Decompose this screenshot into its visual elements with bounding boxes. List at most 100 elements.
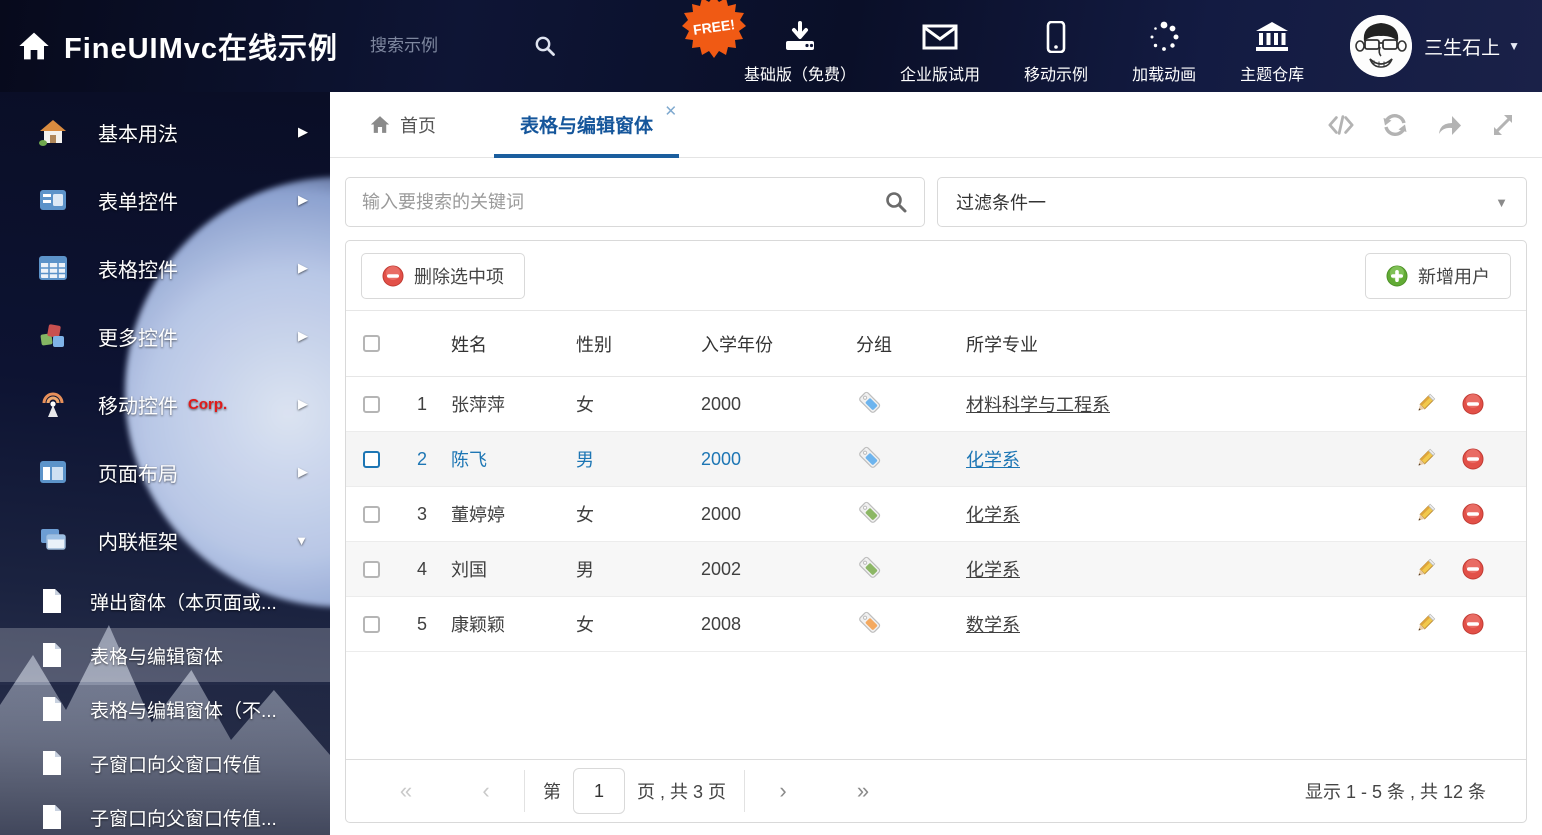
plus-circle-icon [1386,265,1408,286]
app-header: FineUIMvc在线示例 FREE! 基础版（免费） [0,0,1542,92]
bank-icon [1256,22,1289,51]
tag-icon [859,556,881,578]
row-checkbox[interactable] [362,615,380,633]
nav-basic-label: 基础版（免费） [744,67,857,84]
table-row[interactable]: 3 董婷婷 女 2000 化学系 [346,487,1526,542]
table-icon [39,256,67,280]
table-row-selected[interactable]: 2 陈飞 男 2000 化学系 [346,432,1526,487]
cell-gender: 女 [576,395,594,415]
table-row[interactable]: 1 张萍萍 女 2000 材料科学与工程系 [346,377,1526,432]
keyword-search-input[interactable] [362,191,884,213]
free-badge: FREE! [682,0,747,59]
user-menu[interactable]: 三生石上 ▼ [1350,15,1520,77]
search-icon[interactable] [534,35,556,57]
select-all-checkbox[interactable] [362,335,380,352]
tab-close-icon[interactable]: ✕ [664,102,677,120]
col-name: 姓名 [451,334,487,355]
edit-icon[interactable] [1414,558,1436,580]
sidebar-subitem-popup-window[interactable]: 弹出窗体（本页面或... [0,574,330,628]
delete-icon[interactable] [1462,503,1484,525]
cell-year: 2002 [701,558,742,579]
cell-name: 康颖颖 [451,615,505,635]
tab-grid-edit-window[interactable]: 表格与编辑窗体 ✕ [494,92,680,158]
tag-icon [859,611,881,633]
edit-icon[interactable] [1414,448,1436,470]
first-page-button[interactable]: « [386,778,426,804]
avatar [1350,15,1413,77]
sidebar-subitem-child-to-parent-2[interactable]: 子窗口向父窗口传值... [0,790,330,835]
nav-enterprise-trial[interactable]: 企业版试用 [900,7,980,85]
sidebar: 基本用法 ▶ 表单控件 ▶ 表格控件 ▶ 更多控件 ▶ 移动控件 Corp. ▶… [0,92,330,835]
nav-mobile-label: 移动示例 [1024,67,1089,84]
download-icon [786,21,815,50]
edit-icon[interactable] [1414,393,1436,415]
header-search-input[interactable] [370,36,521,56]
delete-icon[interactable] [1462,558,1484,580]
nav-loading-label: 加载动画 [1132,67,1197,84]
sidebar-item-more-controls[interactable]: 更多控件 ▶ [0,302,330,370]
delete-icon[interactable] [1462,393,1484,415]
chevron-right-icon: ▶ [298,124,308,139]
table-row[interactable]: 4 刘国 男 2002 化学系 [346,542,1526,597]
major-link[interactable]: 化学系 [966,560,1020,580]
nav-basic-edition[interactable]: FREE! 基础版（免费） [682,0,857,85]
sidebar-subitem-grid-edit-window[interactable]: 表格与编辑窗体 [0,628,330,682]
next-page-button[interactable]: › [763,778,803,804]
delete-selected-button[interactable]: 删除选中项 [361,252,525,299]
table-row[interactable]: 5 康颖颖 女 2008 数学系 [346,597,1526,652]
edit-icon[interactable] [1414,503,1436,525]
sidebar-item-form-controls[interactable]: 表单控件 ▶ [0,166,330,234]
major-link[interactable]: 化学系 [966,450,1020,470]
major-link[interactable]: 化学系 [966,505,1020,525]
keyword-search-box [345,177,925,227]
search-icon[interactable] [884,190,908,214]
nav-theme-repo[interactable]: 主题仓库 [1240,7,1304,85]
cell-year: 2000 [701,393,742,414]
chevron-down-icon: ▼ [1495,194,1508,210]
add-user-button[interactable]: 新增用户 [1365,252,1511,299]
nav-enterprise-label: 企业版试用 [900,67,981,84]
source-code-icon[interactable] [1328,113,1354,137]
prev-page-button[interactable]: ‹ [466,778,506,804]
maximize-icon[interactable] [1490,113,1516,137]
row-checkbox[interactable] [362,450,380,468]
row-checkbox[interactable] [362,505,380,523]
row-checkbox[interactable] [362,395,380,413]
page-prefix: 第 [543,782,561,802]
major-link[interactable]: 材料科学与工程系 [966,395,1110,415]
sidebar-subitem-grid-edit-window-2[interactable]: 表格与编辑窗体（不... [0,682,330,736]
nav-mobile-demo[interactable]: 移动示例 [1024,7,1088,85]
last-page-button[interactable]: » [843,778,883,804]
row-checkbox[interactable] [362,560,380,578]
logo[interactable]: FineUIMvc在线示例 [0,25,338,67]
chevron-right-icon: ▶ [298,328,308,343]
delete-icon[interactable] [1462,613,1484,635]
main-content: 首页 表格与编辑窗体 ✕ 输入要搜索的关键词 过滤条件一 ▼ 删除选中项 新增用… [330,92,1542,835]
major-link[interactable]: 数学系 [966,615,1020,635]
nav-loading-anim[interactable]: 加载动画 [1132,7,1196,85]
col-gender: 性别 [576,334,612,355]
cell-name: 张萍萍 [451,395,505,415]
sidebar-item-mobile-controls[interactable]: 移动控件 Corp. ▶ [0,370,330,438]
delete-icon[interactable] [1462,448,1484,470]
tab-home[interactable]: 首页 [360,92,446,157]
sidebar-item-iframe[interactable]: 内联框架 ▼ [0,506,330,574]
chevron-right-icon: ▶ [298,260,308,275]
cell-name: 董婷婷 [451,505,505,525]
cell-name: 刘国 [451,560,487,580]
open-new-icon[interactable] [1436,113,1462,137]
document-icon [43,697,61,721]
sidebar-subitem-child-to-parent[interactable]: 子窗口向父窗口传值 [0,736,330,790]
refresh-icon[interactable] [1382,113,1408,137]
filter-dropdown[interactable]: 过滤条件一 ▼ [937,177,1527,227]
layout-icon [40,461,66,483]
edit-icon[interactable] [1414,613,1436,635]
sidebar-item-basic-usage[interactable]: 基本用法 ▶ [0,98,330,166]
sidebar-item-page-layout[interactable]: 页面布局 ▶ [0,438,330,506]
cell-gender: 女 [576,505,594,525]
spinner-icon [1150,21,1179,51]
page-number-input[interactable] [573,768,625,814]
sidebar-item-grid-controls[interactable]: 表格控件 ▶ [0,234,330,302]
windows-icon [41,529,66,550]
document-icon [43,589,61,613]
